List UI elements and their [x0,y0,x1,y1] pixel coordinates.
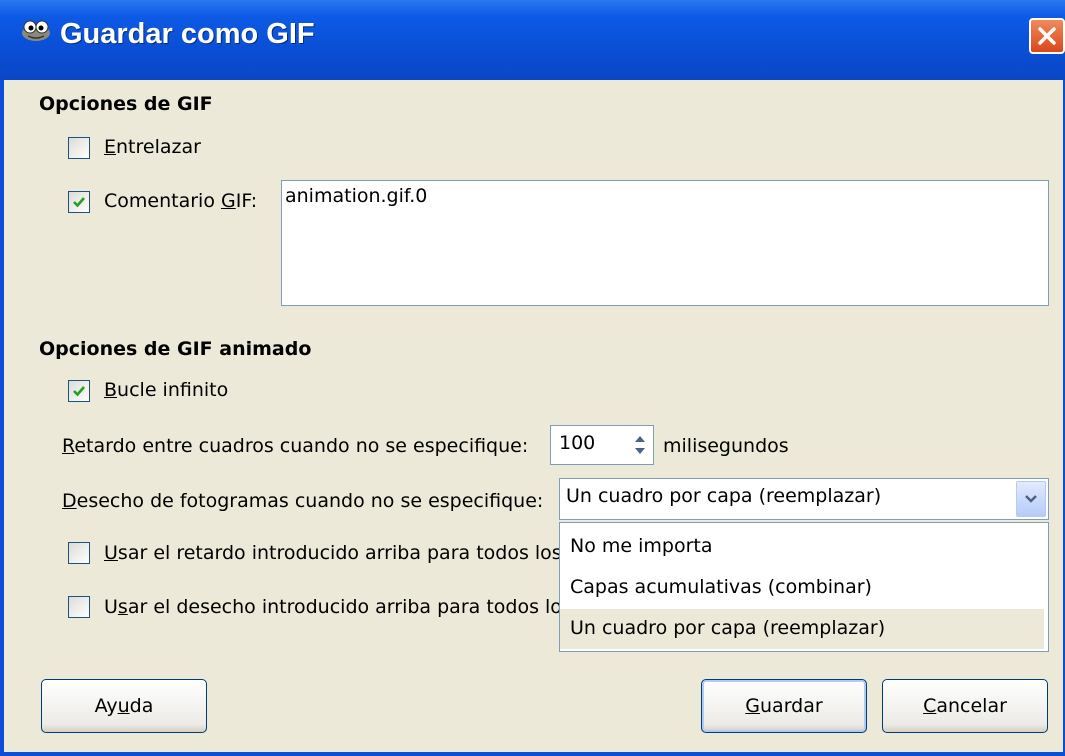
infinite-loop-checkbox[interactable] [68,380,90,402]
frame-disposal-dropdown-list: No me importa Capas acumulativas (combin… [559,522,1049,652]
checkmark-icon [73,197,85,208]
frame-delay-value[interactable]: 100 [559,432,595,454]
frame-delay-spinbox[interactable]: 100 [550,425,654,465]
checkmark-icon [73,386,85,397]
use-disposal-all-label[interactable]: Usar el desecho introducido arriba para … [104,596,562,618]
window-title: Guardar como GIF [60,18,315,50]
dialog-body: Opciones de GIF Entrelazar Comentario GI… [4,80,1063,752]
frame-delay-label: Retardo entre cuadros cuando no se espec… [62,435,529,457]
cancel-button[interactable]: Cancelar [882,679,1048,733]
title-bar[interactable]: Guardar como GIF [0,0,1065,80]
use-disposal-all-checkbox[interactable] [68,596,90,618]
spin-arrows-icon[interactable] [627,426,653,464]
gimp-wilber-icon [22,20,50,41]
disposal-option-selected[interactable]: Un cuadro por capa (reemplazar) [560,609,1044,649]
close-icon [1038,27,1056,45]
frame-disposal-label: Desecho de fotogramas cuando no se espec… [62,490,544,512]
frame-disposal-selected[interactable]: Un cuadro por capa (reemplazar) [566,485,881,507]
gif-comment-checkbox[interactable] [68,191,90,213]
interlace-checkbox[interactable] [68,137,90,159]
use-delay-all-label[interactable]: Usar el retardo introducido arriba para … [104,542,562,564]
chevron-down-icon [1025,495,1037,503]
interlace-label[interactable]: Entrelazar [104,136,201,158]
disposal-option[interactable]: No me importa [560,527,1044,567]
frame-delay-unit: milisegundos [663,435,789,457]
save-button[interactable]: Guardar [701,679,867,733]
dialog-window: Guardar como GIF Opciones de GIF Entrela… [0,0,1065,756]
infinite-loop-label[interactable]: Bucle infinito [104,379,228,401]
dropdown-button[interactable] [1016,481,1046,517]
use-delay-all-checkbox[interactable] [68,542,90,564]
gif-comment-textarea[interactable]: animation.gif.0 [281,180,1049,306]
help-button[interactable]: Ayuda [41,679,207,733]
disposal-option[interactable]: Capas acumulativas (combinar) [560,568,1044,608]
gif-comment-label[interactable]: Comentario GIF: [104,190,257,212]
frame-disposal-select[interactable]: Un cuadro por capa (reemplazar) [559,478,1049,520]
animated-options-heading: Opciones de GIF animado [39,338,312,360]
close-button[interactable] [1029,18,1065,54]
gif-options-heading: Opciones de GIF [39,93,213,115]
